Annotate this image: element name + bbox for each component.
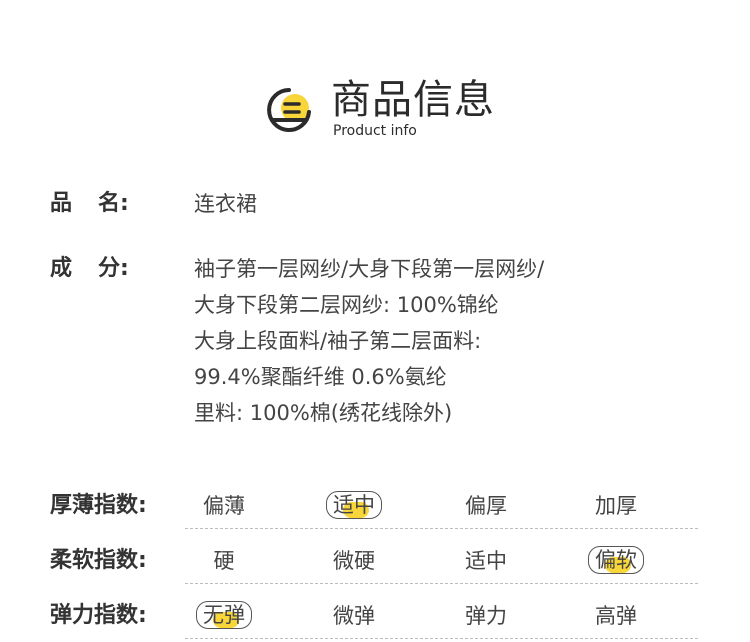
page-subtitle: Product info [333, 123, 417, 139]
index-option: 高弹 [595, 604, 637, 628]
section-header: 商品信息 Product info [265, 76, 565, 146]
index-option-selected: 适中 [304, 490, 404, 522]
dashed-divider [185, 528, 698, 529]
index-row-elasticity: 弹力指数: 无弹 微弹 弹力 高弹 [0, 594, 750, 642]
field-value-line: 99.4%聚酯纤维 0.6%氨纶 [194, 365, 447, 389]
index-label: 柔软指数: [50, 548, 147, 573]
index-label: 弹力指数: [50, 603, 147, 628]
index-option: 弹力 [465, 604, 507, 628]
field-value-line: 里料: 100%棉(绣花线除外) [194, 401, 453, 425]
index-option: 微弹 [333, 604, 375, 628]
index-option-selected: 偏软 [566, 545, 666, 577]
index-option: 适中 [465, 549, 507, 573]
document-lines-icon [267, 88, 311, 132]
field-label-composition: 成分: [50, 256, 129, 281]
page-title: 商品信息 [331, 77, 495, 123]
index-option-selected: 无弹 [174, 600, 274, 632]
index-option: 偏薄 [203, 494, 245, 518]
dashed-divider [185, 638, 698, 639]
index-option: 微硬 [333, 549, 375, 573]
field-value-line: 袖子第一层网纱/大身下段第一层网纱/ [194, 257, 545, 281]
field-label-name: 品名: [50, 191, 129, 216]
index-option: 加厚 [595, 494, 637, 518]
field-value-line: 大身上段面料/袖子第二层面料: [194, 329, 482, 353]
field-value-line: 大身下段第二层网纱: 100%锦纶 [194, 293, 499, 317]
field-value-line: 连衣裙 [194, 192, 257, 216]
field-value-composition: 袖子第一层网纱/大身下段第一层网纱/ 大身下段第二层网纱: 100%锦纶 大身上… [194, 251, 544, 431]
dashed-divider [185, 583, 698, 584]
index-label: 厚薄指数: [50, 493, 147, 518]
index-option: 偏厚 [465, 494, 507, 518]
index-option: 硬 [213, 549, 235, 573]
index-row-softness: 柔软指数: 硬 微硬 适中 偏软 [0, 539, 750, 587]
field-value-name: 连衣裙 [194, 186, 257, 222]
index-row-thickness: 厚薄指数: 偏薄 适中 偏厚 加厚 [0, 484, 750, 532]
